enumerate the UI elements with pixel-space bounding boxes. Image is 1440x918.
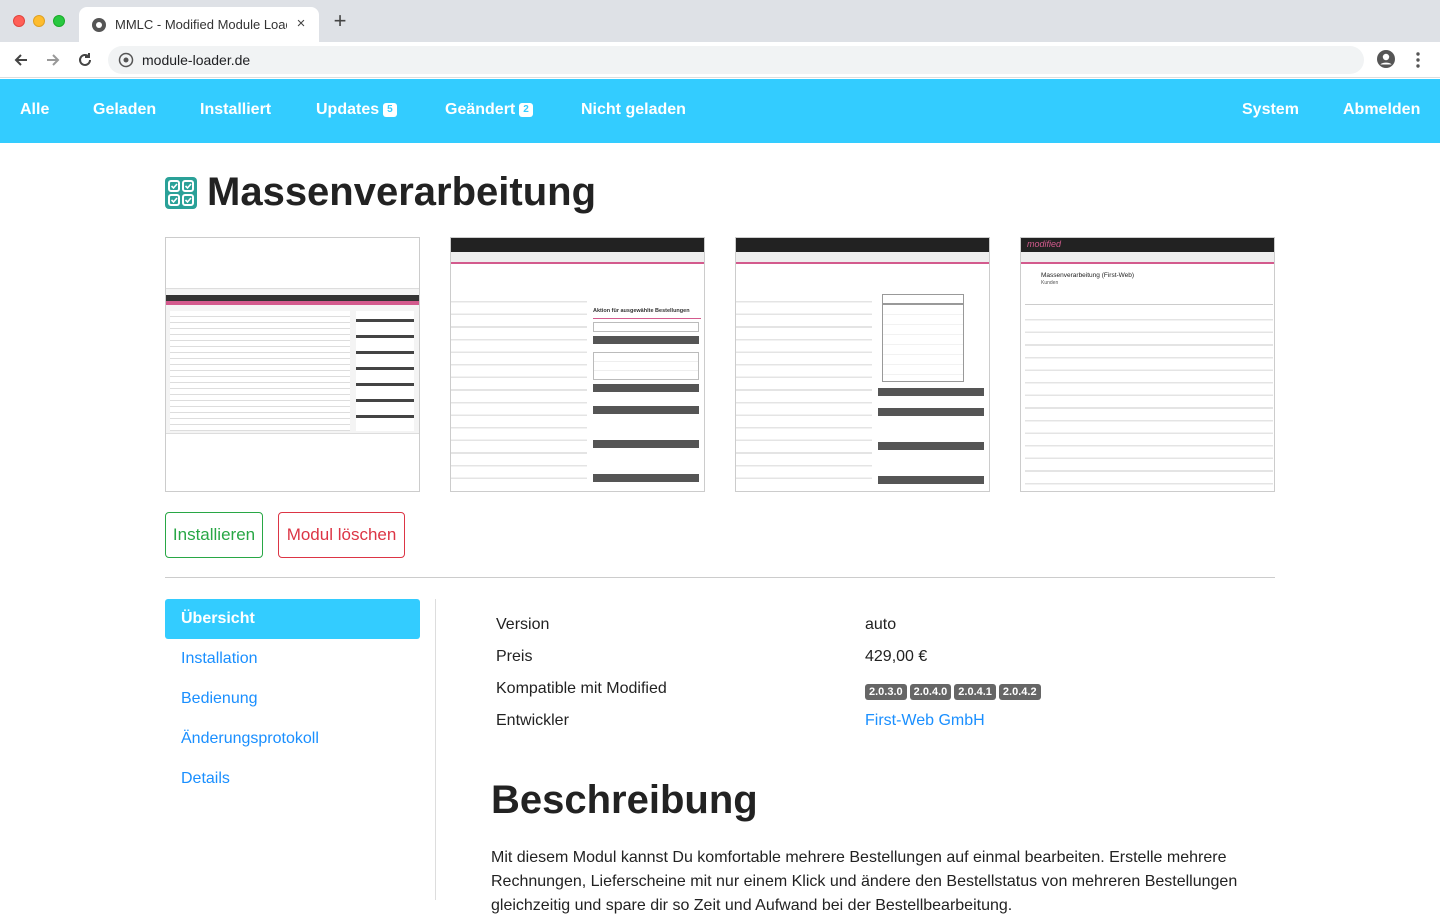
tab-close-icon[interactable]: ×	[293, 15, 309, 32]
screenshot-topbar	[736, 238, 989, 252]
sidebar-item-uebersicht[interactable]: Übersicht	[165, 599, 420, 639]
screenshot-thumbnail-4[interactable]: modified Massenverarbeitung (First-Web) …	[1020, 237, 1275, 492]
nav-item-updates[interactable]: Updates 5	[316, 101, 397, 119]
price-value: 429,00 €	[865, 648, 928, 665]
browser-toolbar: module-loader.de	[0, 42, 1440, 78]
nav-label: Abmelden	[1343, 101, 1421, 118]
version-badge: 2.0.3.0	[865, 684, 907, 700]
sidebar-item-label: Änderungsprotokoll	[181, 730, 319, 747]
screenshot-thumbnail-3[interactable]	[735, 237, 990, 492]
address-bar[interactable]: module-loader.de	[108, 46, 1364, 74]
delete-module-button[interactable]: Modul löschen	[278, 512, 405, 558]
back-button[interactable]	[10, 49, 32, 71]
install-button[interactable]: Installieren	[165, 512, 263, 558]
site-favicon-icon	[92, 18, 106, 32]
nav-label: Nicht geladen	[581, 101, 686, 118]
sidebar-item-bedienung[interactable]: Bedienung	[165, 679, 420, 719]
screenshot-heading: Massenverarbeitung (First-Web)	[1041, 272, 1135, 279]
sidebar-item-label: Bedienung	[181, 690, 258, 707]
screenshot-subheading: Kunden	[1041, 280, 1059, 286]
forward-arrow-icon	[47, 54, 60, 66]
version-value: auto	[865, 616, 897, 633]
version-label: Version	[496, 616, 550, 633]
new-tab-button[interactable]: +	[329, 10, 351, 32]
sidebar-item-aenderungsprotokoll[interactable]: Änderungsprotokoll	[165, 719, 420, 759]
divider	[165, 577, 1275, 578]
window-close-button[interactable]	[13, 15, 25, 27]
nav-item-abmelden[interactable]: Abmelden	[1343, 101, 1420, 119]
nav-label: Installiert	[200, 101, 272, 118]
version-badge: 2.0.4.2	[998, 684, 1041, 700]
column-divider	[435, 599, 436, 900]
browser-tab-bar: MMLC - Modified Module Loader × +	[0, 0, 1440, 42]
profile-icon[interactable]	[1376, 49, 1396, 69]
reload-button[interactable]	[74, 49, 96, 71]
screenshot-thumbnail-2[interactable]: Aktion für ausgewählte Bestellungen	[450, 237, 705, 492]
nav-item-geaendert[interactable]: Geändert 2	[445, 101, 533, 119]
sidebar-item-label: Übersicht	[181, 610, 255, 627]
screenshot-preview	[166, 288, 419, 434]
checklist-icon	[165, 177, 197, 209]
nav-label: Updates	[316, 101, 380, 118]
nav-label: Alle	[20, 101, 50, 118]
description-text: Mit diesem Modul kannst Du komfortable m…	[491, 849, 1238, 914]
compat-versions: 2.0.3.0 2.0.4.0 2.0.4.1 2.0.4.2	[865, 682, 1044, 700]
url-text: module-loader.de	[142, 52, 251, 68]
menu-icon[interactable]	[1410, 49, 1426, 71]
nav-label: System	[1242, 101, 1299, 118]
nav-label: Geändert	[445, 101, 516, 118]
nav-item-geladen[interactable]: Geladen	[93, 101, 156, 119]
nav-item-installiert[interactable]: Installiert	[200, 101, 271, 119]
changed-count-badge: 2	[519, 103, 533, 117]
developer-link[interactable]: First-Web GmbH	[865, 712, 985, 730]
page-title: Massenverarbeitung	[207, 170, 597, 214]
updates-count-badge: 5	[383, 103, 397, 117]
nav-item-alle[interactable]: Alle	[20, 101, 49, 119]
sidebar-item-installation[interactable]: Installation	[165, 639, 420, 679]
sidebar-item-label: Installation	[181, 650, 258, 667]
compat-label: Kompatible mit Modified	[496, 680, 667, 697]
sidebar-item-details[interactable]: Details	[165, 759, 420, 799]
screenshot-topbar	[451, 238, 704, 252]
sidebar-item-label: Details	[181, 770, 230, 787]
main-navigation: Alle Geladen Installiert Updates 5 Geände…	[0, 79, 1440, 143]
back-arrow-icon	[14, 54, 27, 66]
site-info-icon[interactable]	[118, 52, 134, 68]
reload-icon	[79, 53, 91, 66]
developer-label: Entwickler	[496, 712, 569, 729]
nav-item-system[interactable]: System	[1242, 101, 1299, 119]
version-badge: 2.0.4.0	[909, 684, 952, 700]
description-title: Beschreibung	[491, 778, 758, 822]
forward-button[interactable]	[42, 49, 64, 71]
screenshot-brand: modified	[1027, 239, 1062, 249]
nav-item-nicht-geladen[interactable]: Nicht geladen	[581, 101, 686, 119]
nav-label: Geladen	[93, 101, 157, 118]
version-badge: 2.0.4.1	[954, 684, 996, 700]
price-label: Preis	[496, 648, 533, 665]
browser-tab[interactable]: MMLC - Modified Module Loader ×	[79, 7, 319, 42]
window-minimize-button[interactable]	[33, 15, 45, 27]
tab-title: MMLC - Modified Module Loader	[115, 17, 287, 32]
screenshot-thumbnail-1[interactable]	[165, 237, 420, 492]
screenshot-panel-title: Aktion für ausgewählte Bestellungen	[593, 308, 690, 314]
window-zoom-button[interactable]	[53, 15, 65, 27]
